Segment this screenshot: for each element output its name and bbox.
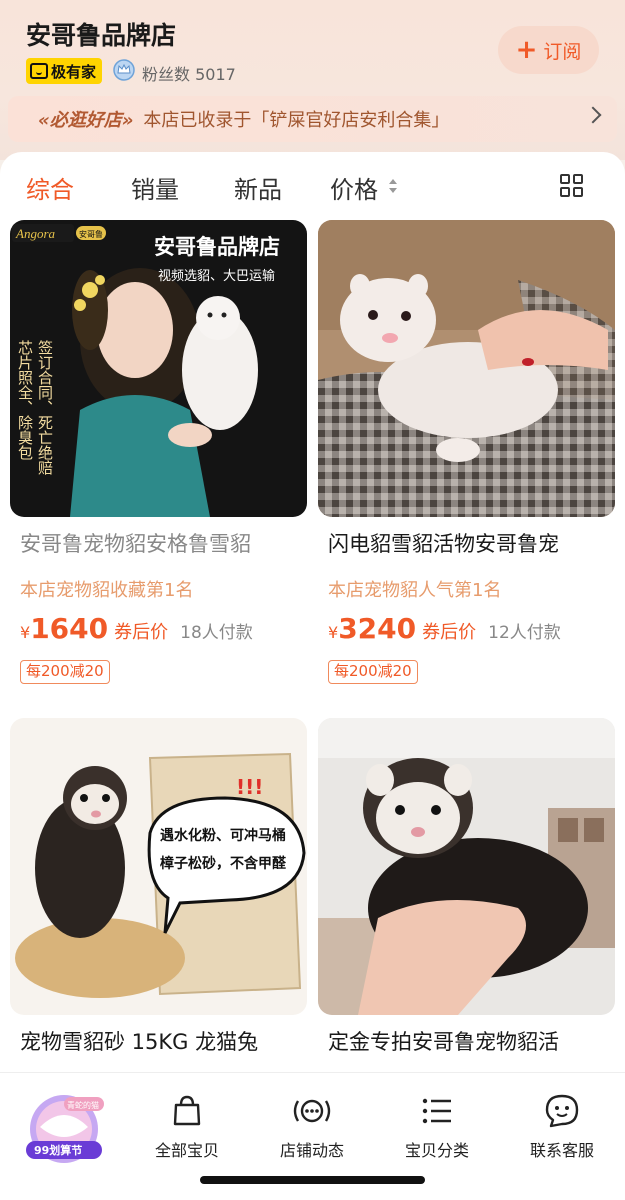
product-image[interactable] (318, 220, 615, 517)
nav-label: 店铺动态 (279, 1141, 344, 1160)
sort-arrows-icon (389, 179, 397, 193)
list-icon (422, 1098, 451, 1124)
jiyoujia-label: 极有家 (51, 62, 97, 81)
tab-overall[interactable]: 综合 (26, 170, 74, 205)
photo-brand-tag: 安哥鲁 (79, 229, 103, 239)
photo-side-text-left: 芯片照全、除臭包 (16, 340, 34, 460)
nav-customer-service[interactable]: 联系客服 (512, 1093, 612, 1161)
broadcast-icon (293, 1099, 331, 1123)
product-price: 1640 (30, 612, 109, 645)
coupon-tag: 每200减20 (20, 660, 110, 684)
currency-symbol: ¥ (328, 623, 339, 642)
product-title[interactable]: 宠物雪貂砂 15KG 龙猫兔 (20, 1026, 258, 1056)
tab-sales[interactable]: 销量 (131, 170, 179, 205)
nav-label: 全部宝贝 (154, 1141, 219, 1160)
store-header: 安哥鲁品牌店 极有家 粉丝数 5017 + 订阅 «必逛好店» 本店已收录于「铲… (0, 0, 625, 160)
nav-store-updates[interactable]: 店铺动态 (262, 1093, 362, 1161)
after-coupon-label: 券后价 (114, 622, 169, 643)
nav-label: 联系客服 (529, 1141, 594, 1160)
after-coupon-label: 券后价 (422, 622, 477, 643)
product-title[interactable]: 定金专拍安哥鲁宠物貂活 (328, 1026, 559, 1056)
photo-subheadline: 视频选貂、大巴运输 (158, 268, 275, 284)
plus-icon: + (515, 35, 538, 65)
chevron-right-icon (584, 106, 602, 124)
bubble-marks: !!! (236, 775, 263, 799)
product-image[interactable]: !!! 遇水化粉、可冲马桶 樟子松砂，不含甲醛 (10, 718, 307, 1015)
house-icon (30, 63, 48, 79)
product-title[interactable]: 安哥鲁宠物貂安格鲁雪貂 (20, 528, 251, 558)
photo-side-text-right: 签订合同、死亡绝赔 (36, 340, 54, 475)
promo-label: 99划算节 (34, 1143, 82, 1157)
product-price: 3240 (338, 612, 417, 645)
tab-price[interactable]: 价格 (330, 170, 378, 205)
product-rank: 本店宠物貂收藏第1名 (20, 580, 194, 601)
price-row: ¥ 1640 券后价 18人付款 (20, 612, 253, 645)
subscribe-label: 订阅 (543, 40, 582, 63)
promo-icon: 99划算节 青蛇的猫 (26, 1095, 104, 1163)
product-rank: 本店宠物貂人气第1名 (328, 580, 502, 601)
home-indicator[interactable] (200, 1176, 425, 1184)
product-photo-ferret-litter: !!! 遇水化粉、可冲马桶 樟子松砂，不含甲醛 (10, 718, 307, 1015)
product-photo-white-ferret (318, 220, 615, 517)
banner-tag: «必逛好店» (38, 110, 134, 131)
bubble-text-1: 遇水化粉、可冲马桶 (160, 827, 286, 844)
product-image[interactable]: Angora 安哥鲁 安哥鲁品牌店 视频选貂、大巴运输 芯片照全、除臭包 签订合… (10, 220, 307, 517)
buyers-count: 18人付款 (180, 623, 253, 643)
grid-view-icon[interactable] (560, 174, 584, 198)
store-collection-banner[interactable]: «必逛好店» 本店已收录于「铲屎官好店安利合集」 (8, 96, 617, 142)
tab-new[interactable]: 新品 (234, 170, 282, 205)
promo-festival-badge[interactable]: 99划算节 青蛇的猫 (20, 1087, 108, 1169)
shopping-bag-icon (173, 1095, 201, 1126)
price-row: ¥ 3240 券后价 12人付款 (328, 612, 561, 645)
photo-headline: 安哥鲁品牌店 (154, 235, 280, 259)
photo-brand-text: Angora (15, 226, 56, 241)
crown-icon[interactable] (113, 59, 135, 81)
product-image[interactable] (318, 718, 615, 1015)
product-photo-ferret-hand (318, 718, 615, 1015)
sort-tabs: 综合 销量 新品 价格 (0, 152, 625, 218)
bubble-text-2: 樟子松砂，不含甲醛 (160, 855, 287, 872)
product-list-panel: 综合 销量 新品 价格 Angora 安哥鲁 安哥鲁品牌店 视频选貂、大巴运输 … (0, 152, 625, 1072)
store-name: 安哥鲁品牌店 (26, 21, 177, 50)
product-title[interactable]: 闪电貂雪貂活物安哥鲁宠 (328, 528, 559, 558)
coupon-tag: 每200减20 (328, 660, 418, 684)
subscribe-button[interactable]: + 订阅 (498, 26, 599, 74)
banner-tag-text: 必逛好店 (49, 110, 122, 131)
chat-face-icon (545, 1094, 579, 1128)
fans-count: 粉丝数 5017 (142, 65, 236, 84)
jiyoujia-badge[interactable]: 极有家 (26, 58, 103, 84)
currency-symbol: ¥ (20, 623, 31, 642)
nav-label: 宝贝分类 (404, 1141, 469, 1160)
promo-top-label: 青蛇的猫 (67, 1100, 99, 1110)
nav-all-items[interactable]: 全部宝贝 (137, 1093, 237, 1161)
banner-text: 本店已收录于「铲屎官好店安利合集」 (143, 110, 450, 131)
buyers-count: 12人付款 (488, 623, 561, 643)
nav-categories[interactable]: 宝贝分类 (387, 1093, 487, 1161)
product-photo-woman-ferret: Angora 安哥鲁 安哥鲁品牌店 视频选貂、大巴运输 (10, 220, 307, 517)
